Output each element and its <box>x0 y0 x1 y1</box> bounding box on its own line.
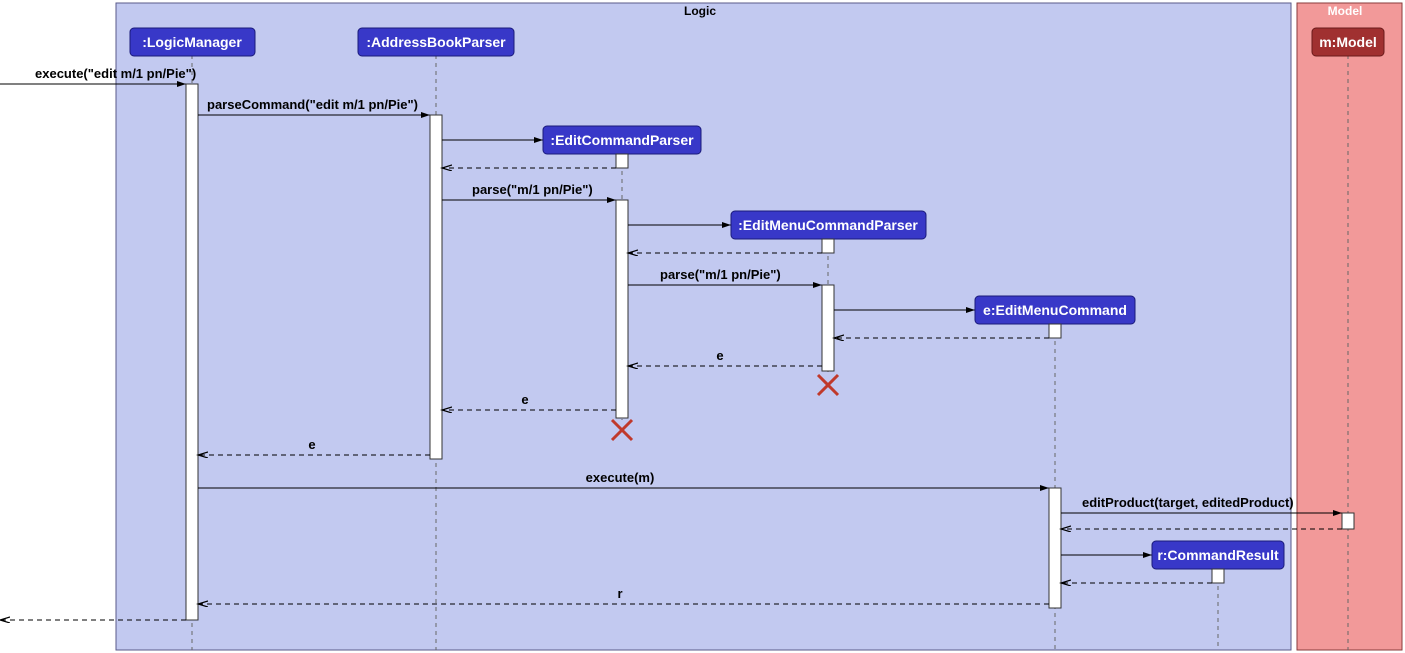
activation-addressbookparser <box>430 115 442 459</box>
msg-editproduct-label: editProduct(target, editedProduct) <box>1082 495 1294 510</box>
msg-parsecommand-label: parseCommand("edit m/1 pn/Pie") <box>207 97 418 112</box>
msg-parse1-label: parse("m/1 pn/Pie") <box>472 182 593 197</box>
frame-model <box>1297 3 1402 650</box>
msg-execute-label: execute("edit m/1 pn/Pie") <box>35 66 196 81</box>
msg-executem-label: execute(m) <box>586 470 655 485</box>
sequence-diagram: Logic Model :LogicManager :AddressBookPa… <box>0 0 1405 653</box>
participant-logicmanager-label: :LogicManager <box>142 34 242 50</box>
activation-emcp-create <box>822 239 834 253</box>
participant-addressbookparser-label: :AddressBookParser <box>366 34 506 50</box>
activation-cr-create <box>1212 569 1224 583</box>
activation-emc <box>1049 488 1061 608</box>
frame-logic-title: Logic <box>684 4 716 18</box>
activation-emc-create <box>1049 324 1061 338</box>
participant-model-label: m:Model <box>1319 34 1377 50</box>
msg-return-r-label: r <box>617 586 622 601</box>
frame-model-title: Model <box>1328 4 1363 18</box>
activation-model <box>1342 513 1354 529</box>
msg-parse2-label: parse("m/1 pn/Pie") <box>660 267 781 282</box>
participant-commandresult-label: r:CommandResult <box>1157 547 1279 563</box>
activation-logicmanager <box>186 84 198 620</box>
participant-editmenucommandparser-label: :EditMenuCommandParser <box>738 217 918 233</box>
msg-return-e3-label: e <box>308 437 315 452</box>
activation-emcp <box>822 285 834 371</box>
activation-ecp-create <box>616 154 628 168</box>
participant-editmenucommand-label: e:EditMenuCommand <box>983 302 1127 318</box>
participant-editcommandparser-label: :EditCommandParser <box>550 132 694 148</box>
activation-ecp <box>616 200 628 418</box>
msg-return-e2-label: e <box>521 392 528 407</box>
msg-return-e1-label: e <box>716 348 723 363</box>
